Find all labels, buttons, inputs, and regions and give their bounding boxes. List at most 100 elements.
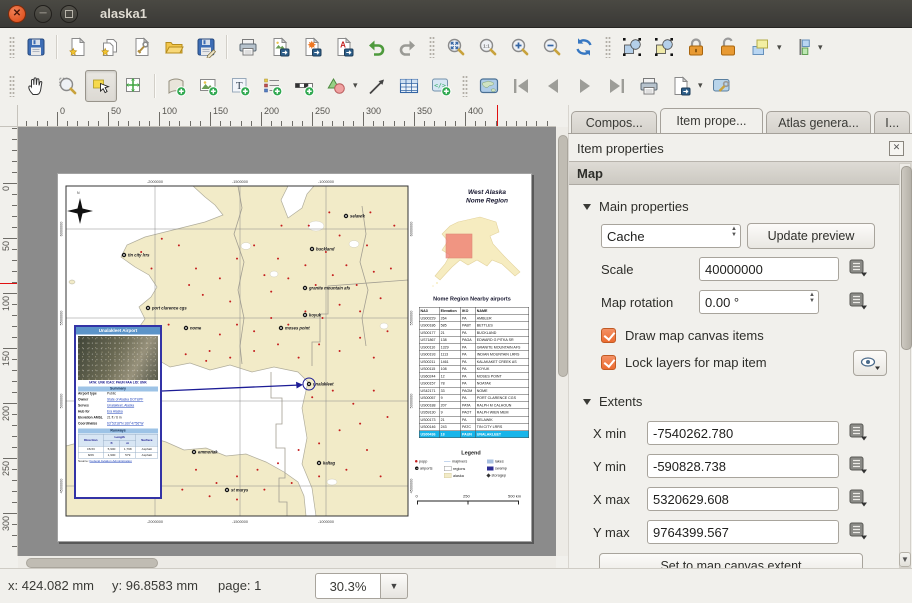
extent-x-min-input[interactable]: -7540262.780 bbox=[647, 421, 839, 445]
refresh-view-button[interactable] bbox=[569, 32, 599, 62]
legend-item[interactable]: Legendpoppairportsmajriversregionsalaska… bbox=[412, 450, 530, 490]
move-item-content-button[interactable] bbox=[119, 71, 149, 101]
map-rotation-spinbox[interactable]: 0.00 ° ▲▼ bbox=[699, 290, 819, 314]
preview-atlas-button[interactable] bbox=[474, 71, 504, 101]
zoom-out-button[interactable] bbox=[537, 32, 567, 62]
extent-y-min-data-defined-button[interactable] bbox=[847, 455, 871, 477]
toolbar-grip-handle[interactable] bbox=[429, 36, 435, 58]
toolbar-grip-handle[interactable] bbox=[605, 36, 611, 58]
extent-y-max-data-defined-button[interactable] bbox=[847, 521, 871, 543]
zoom-dropdown-button[interactable]: ▼ bbox=[381, 573, 408, 599]
panel-scrollbar-thumb[interactable] bbox=[901, 166, 912, 350]
zoom-in-button[interactable] bbox=[505, 32, 535, 62]
toolbar-grip-handle[interactable] bbox=[9, 75, 15, 97]
zoom-level-combobox[interactable]: 30.3% ▼ bbox=[315, 573, 408, 599]
lock-selected-items-button[interactable] bbox=[681, 32, 711, 62]
print-composition-button[interactable] bbox=[233, 32, 263, 62]
add-basic-shape-button[interactable] bbox=[321, 71, 351, 101]
align-selected-items-dropdown-arrow[interactable]: ▾ bbox=[818, 42, 826, 53]
extent-x-max-input[interactable]: 5320629.608 bbox=[647, 487, 839, 511]
canvas-hscrollbar[interactable] bbox=[18, 556, 556, 568]
preview-mode-combobox[interactable]: Cache ▲▼ bbox=[601, 224, 741, 248]
extents-group[interactable]: Extents bbox=[583, 394, 642, 409]
map-title-item[interactable]: West AlaskaNome Region bbox=[441, 188, 533, 208]
redo-button[interactable] bbox=[393, 32, 423, 62]
scale-input[interactable]: 40000000 bbox=[699, 257, 839, 281]
canvas-vscrollbar[interactable] bbox=[556, 127, 568, 556]
raise-selected-items-dropdown-arrow[interactable]: ▾ bbox=[777, 42, 785, 53]
extent-x-min-data-defined-button[interactable] bbox=[847, 422, 871, 444]
canvas-vscrollbar-thumb[interactable] bbox=[558, 135, 568, 377]
airport-infobox-item[interactable]: Unalakleet AirportIATA: UNK ICAO: PAUN F… bbox=[74, 325, 162, 499]
extent-y-max-input[interactable]: 9764399.567 bbox=[647, 520, 839, 544]
lock-layers-checkbox[interactable] bbox=[601, 355, 616, 370]
update-preview-button[interactable]: Update preview bbox=[747, 223, 875, 249]
export-atlas-dropdown-arrow[interactable]: ▾ bbox=[698, 80, 706, 91]
open-composition-button[interactable] bbox=[159, 32, 189, 62]
toolbar-grip-handle[interactable] bbox=[9, 36, 15, 58]
export-as-svg-button[interactable] bbox=[297, 32, 327, 62]
set-to-map-canvas-extent-button[interactable]: Set to map canvas extent bbox=[599, 553, 863, 568]
canvas-hscrollbar-thumb[interactable] bbox=[26, 558, 158, 568]
zoom-full-button[interactable] bbox=[441, 32, 471, 62]
composition-canvas[interactable]: tin city lrrsport clarence cgsselawikbuc… bbox=[18, 127, 556, 556]
window-close-button[interactable]: ✕ bbox=[8, 5, 26, 23]
tab-compos[interactable]: Compos... bbox=[571, 111, 657, 133]
composition-page[interactable]: tin city lrrsport clarence cgsselawikbuc… bbox=[57, 173, 532, 542]
export-as-image-button[interactable] bbox=[265, 32, 295, 62]
svg-text:4500000: 4500000 bbox=[60, 479, 64, 494]
atlas-last-feature-button[interactable] bbox=[602, 71, 632, 101]
export-atlas-button[interactable] bbox=[666, 71, 696, 101]
toolbar-grip-handle[interactable] bbox=[462, 75, 468, 97]
add-attribute-table-button[interactable] bbox=[394, 71, 424, 101]
unlock-all-items-button[interactable] bbox=[713, 32, 743, 62]
new-composition-button[interactable] bbox=[63, 32, 93, 62]
print-atlas-button[interactable] bbox=[634, 71, 664, 101]
atlas-next-feature-button[interactable] bbox=[570, 71, 600, 101]
visibility-preset-button[interactable] bbox=[853, 350, 887, 376]
zoom-level-value[interactable]: 30.3% bbox=[315, 573, 381, 599]
select-all-items-button[interactable] bbox=[617, 32, 647, 62]
duplicate-composition-button[interactable] bbox=[95, 32, 125, 62]
add-arrow-button[interactable] bbox=[362, 71, 392, 101]
tab-itemprope[interactable]: Item prope... bbox=[660, 108, 762, 133]
draw-canvas-items-checkbox[interactable] bbox=[601, 328, 616, 343]
raise-selected-items-button[interactable] bbox=[745, 32, 775, 62]
extent-y-min-input[interactable]: -590828.738 bbox=[647, 454, 839, 478]
select-move-item-button[interactable] bbox=[85, 70, 117, 102]
export-as-pdf-button[interactable]: A bbox=[329, 32, 359, 62]
pan-composer-button[interactable] bbox=[21, 71, 51, 101]
scale-data-defined-button[interactable] bbox=[847, 258, 871, 280]
save-project-button[interactable] bbox=[191, 32, 221, 62]
add-basic-shape-dropdown-arrow[interactable]: ▾ bbox=[353, 80, 361, 91]
zoom-full-icon bbox=[445, 36, 467, 58]
atlas-settings-button[interactable] bbox=[707, 71, 737, 101]
atlas-first-feature-button[interactable] bbox=[506, 71, 536, 101]
rotation-data-defined-button[interactable] bbox=[847, 291, 871, 313]
add-image-button[interactable] bbox=[193, 71, 223, 101]
tab-i[interactable]: I... bbox=[874, 111, 910, 133]
align-selected-items-button[interactable] bbox=[786, 32, 816, 62]
panel-close-icon[interactable]: ✕ bbox=[889, 141, 904, 156]
add-html-frame-button[interactable]: </> bbox=[426, 71, 456, 101]
zoom-tool-button[interactable] bbox=[53, 71, 83, 101]
main-properties-group[interactable]: Main properties bbox=[583, 199, 689, 214]
overview-map-item[interactable] bbox=[430, 210, 530, 296]
deselect-all-items-button[interactable] bbox=[649, 32, 679, 62]
window-minimize-button[interactable]: ─ bbox=[34, 5, 52, 23]
add-new-label-button[interactable]: T bbox=[225, 71, 255, 101]
add-new-map-button[interactable] bbox=[161, 71, 191, 101]
scalebar-item[interactable]: 0250500 km bbox=[410, 494, 528, 512]
tab-atlasgenera[interactable]: Atlas genera... bbox=[766, 111, 872, 133]
extent-x-max-data-defined-button[interactable] bbox=[847, 488, 871, 510]
window-maximize-button[interactable] bbox=[60, 5, 78, 23]
undo-button[interactable] bbox=[361, 32, 391, 62]
zoom-actual-size-button[interactable]: 1:1 bbox=[473, 32, 503, 62]
composition-manager-button[interactable] bbox=[127, 32, 157, 62]
airports-table-item[interactable]: NA3ElevationIKONAMEUS00229264PAAMBLERUS0… bbox=[419, 307, 529, 439]
add-new-legend-button[interactable] bbox=[257, 71, 287, 101]
save-composition-button[interactable] bbox=[21, 32, 51, 62]
add-new-scalebar-button[interactable] bbox=[289, 71, 319, 101]
panel-scrollbar-down-button[interactable]: ▼ bbox=[899, 552, 911, 567]
atlas-previous-feature-button[interactable] bbox=[538, 71, 568, 101]
